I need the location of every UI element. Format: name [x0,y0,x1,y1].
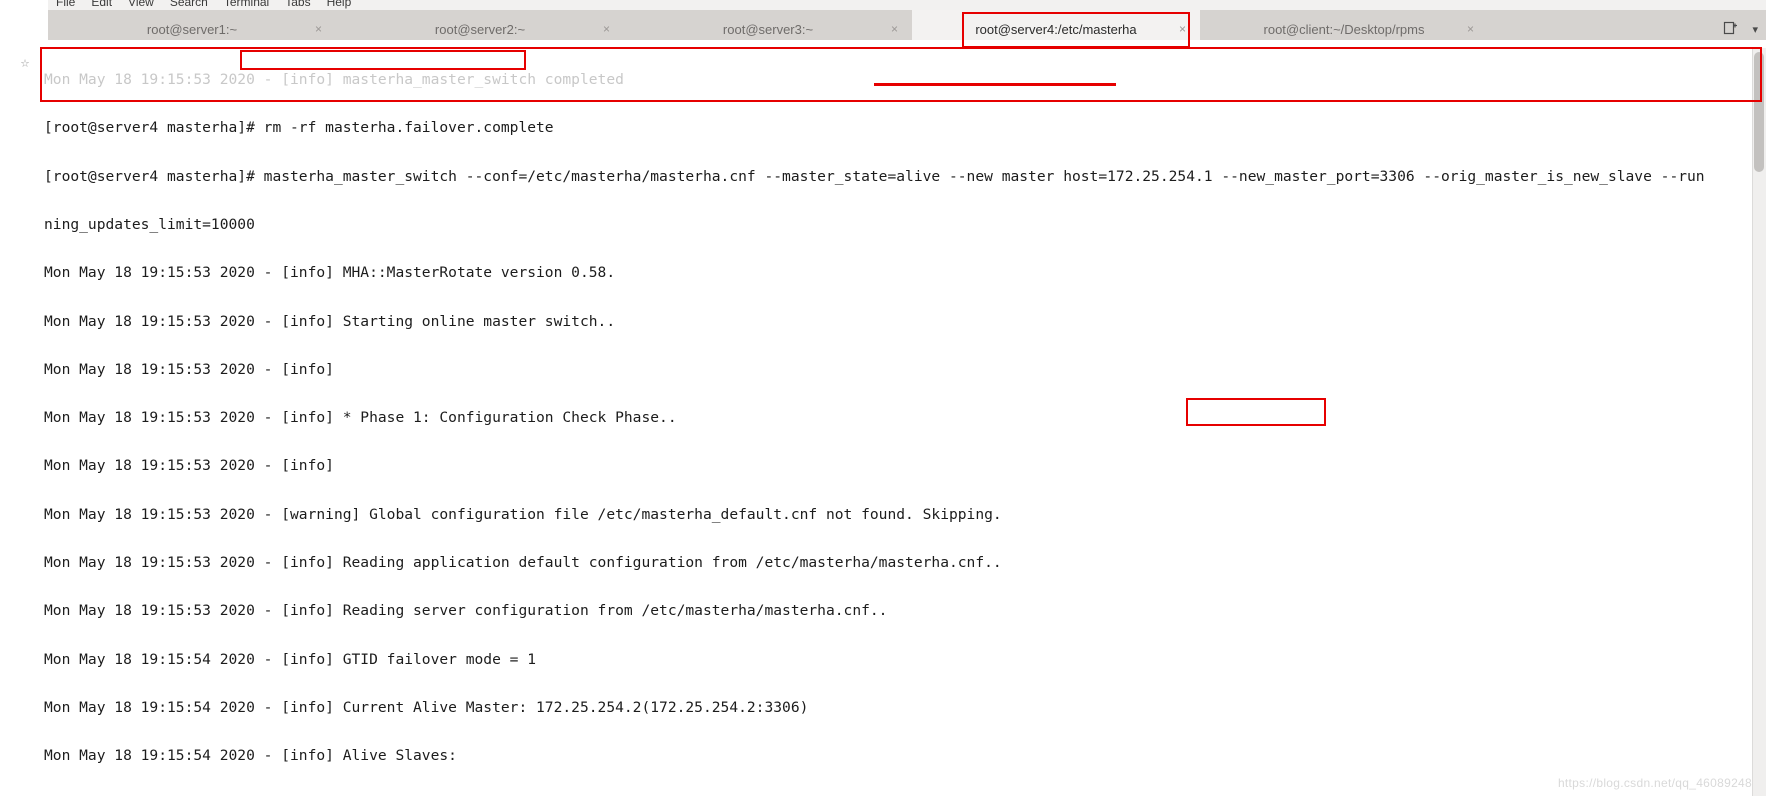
menu-item-view[interactable]: View [128,0,154,8]
menu-item-terminal[interactable]: Terminal [224,0,269,8]
tab-label: root@server2:~ [434,21,526,37]
tab-label: root@client:~/Desktop/rpms [1263,21,1425,37]
terminal-line: Mon May 18 19:15:53 2020 - [warning] Glo… [44,505,1002,523]
terminal-line: ning_updates_limit=10000 [44,216,255,234]
star-icon[interactable]: ☆ [17,54,33,70]
terminal-line: [root@server4 masterha]# rm -rf masterha… [44,119,554,137]
terminal-line: [root@server4 masterha]# masterha_master… [44,167,1705,185]
terminal-line: Mon May 18 19:15:53 2020 - [info] * Phas… [44,409,677,427]
tab-label: root@server3:~ [722,21,814,37]
menu-item-search[interactable]: Search [170,0,208,8]
terminal-line: Mon May 18 19:15:54 2020 - [info] Curren… [44,698,809,716]
chevron-down-icon[interactable]: ▾ [1752,23,1758,36]
terminal-line: Mon May 18 19:15:53 2020 - [info] Readin… [44,602,888,620]
terminal-line: Mon May 18 19:15:54 2020 - [info] Alive … [44,747,457,765]
tab-label: root@server1:~ [146,21,238,37]
close-icon[interactable]: × [603,22,610,36]
terminal-output-area[interactable]: Mon May 18 19:15:53 2020 - [info] master… [40,40,1766,796]
terminal-window: ☆ File Edit View Search Terminal Tabs He… [0,0,1766,796]
new-tab-icon[interactable] [1723,20,1738,39]
terminal-line: Mon May 18 19:15:53 2020 - [info] Starti… [44,312,616,330]
menu-item-help[interactable]: Help [327,0,352,8]
close-icon[interactable]: × [1179,22,1186,36]
terminal-line: Mon May 18 19:15:54 2020 - [info] GTID f… [44,650,537,668]
vertical-scrollbar-thumb[interactable] [1754,52,1764,172]
menu-item-tabs[interactable]: Tabs [285,0,310,8]
menu-item-file[interactable]: File [56,0,75,8]
terminal-line: Mon May 18 19:15:53 2020 - [info] [44,360,334,378]
menu-bar: File Edit View Search Terminal Tabs Help [48,0,1766,10]
terminal-line: Mon May 18 19:15:53 2020 - [info] MHA::M… [44,264,616,282]
watermark: https://blog.csdn.net/qq_46089248 [1557,776,1752,790]
terminal-text: Mon May 18 19:15:53 2020 - [info] master… [44,40,1762,796]
close-icon[interactable]: × [315,22,322,36]
close-icon[interactable]: × [1467,22,1474,36]
terminal-line: Mon May 18 19:15:53 2020 - [info] [44,457,334,475]
menu-item-edit[interactable]: Edit [91,0,112,8]
tab-label: root@server4:/etc/masterha [975,21,1137,37]
close-icon[interactable]: × [891,22,898,36]
annotation-underline-new-master-host [874,83,1116,86]
terminal-line: Mon May 18 19:15:53 2020 - [info] Readin… [44,554,1002,571]
